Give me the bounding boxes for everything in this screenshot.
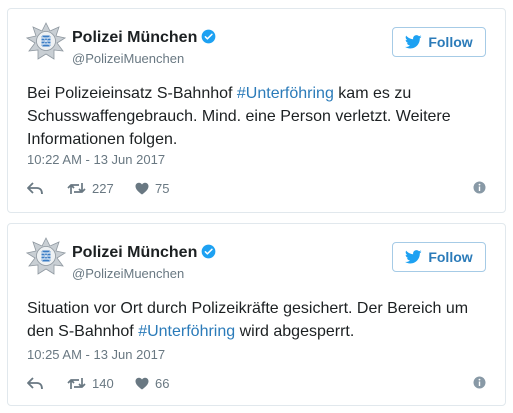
follow-button[interactable]: Follow [392, 27, 486, 57]
heart-icon [135, 377, 149, 389]
retweet-count: 227 [92, 180, 114, 196]
heart-icon [135, 182, 149, 194]
tweet-text-end: wird abgesperrt. [235, 323, 355, 340]
tweet-text: Bei Polizeieinsatz S-Bahnhof #Unterföhri… [27, 82, 492, 151]
reply-icon [27, 181, 43, 194]
info-icon[interactable] [473, 376, 486, 389]
reply-button[interactable] [27, 181, 67, 195]
twitter-bird-icon [405, 250, 422, 264]
tweet-actions: 140 66 [27, 374, 486, 392]
hashtag-link[interactable]: #Unterföhring [138, 323, 235, 340]
verified-icon [201, 29, 216, 44]
tweet-actions: 227 75 [27, 179, 486, 197]
reply-icon [27, 376, 43, 389]
verified-icon [201, 244, 216, 259]
avatar[interactable] [25, 22, 67, 62]
tweet-text-start: Bei Polizeieinsatz S-Bahnhof [27, 85, 237, 102]
author-name-text[interactable]: Polizei München [72, 29, 197, 46]
tweet-timestamp[interactable]: 10:22 AM - 13 Jun 2017 [27, 152, 165, 167]
author-handle[interactable]: @PolizeiMuenchen [72, 266, 184, 281]
tweet-card: Polizei München @PolizeiMuenchen Follow … [7, 8, 506, 213]
like-button[interactable]: 66 [135, 376, 195, 391]
like-count: 75 [155, 180, 170, 196]
follow-button[interactable]: Follow [392, 242, 486, 272]
retweet-icon [67, 182, 86, 194]
retweet-button[interactable]: 140 [67, 376, 135, 391]
twitter-bird-icon [405, 35, 422, 49]
author-name[interactable]: Polizei München [72, 244, 216, 262]
tweet-text: Situation vor Ort durch Polizeikräfte ge… [27, 297, 492, 343]
retweet-icon [67, 377, 86, 389]
police-star-icon [25, 237, 67, 275]
hashtag-link[interactable]: #Unterföhring [237, 85, 334, 102]
retweet-count: 140 [92, 375, 114, 391]
info-icon[interactable] [473, 181, 486, 194]
reply-button[interactable] [27, 376, 67, 390]
follow-label: Follow [428, 249, 473, 265]
retweet-button[interactable]: 227 [67, 181, 135, 196]
author-handle[interactable]: @PolizeiMuenchen [72, 51, 184, 66]
like-count: 66 [155, 375, 170, 391]
author-name[interactable]: Polizei München [72, 29, 216, 47]
police-star-icon [25, 22, 67, 60]
follow-label: Follow [428, 34, 473, 50]
tweet-card: Polizei München @PolizeiMuenchen Follow … [7, 223, 506, 406]
like-button[interactable]: 75 [135, 181, 195, 196]
tweet-timestamp[interactable]: 10:25 AM - 13 Jun 2017 [27, 347, 165, 362]
avatar[interactable] [25, 237, 67, 277]
author-name-text[interactable]: Polizei München [72, 244, 197, 261]
